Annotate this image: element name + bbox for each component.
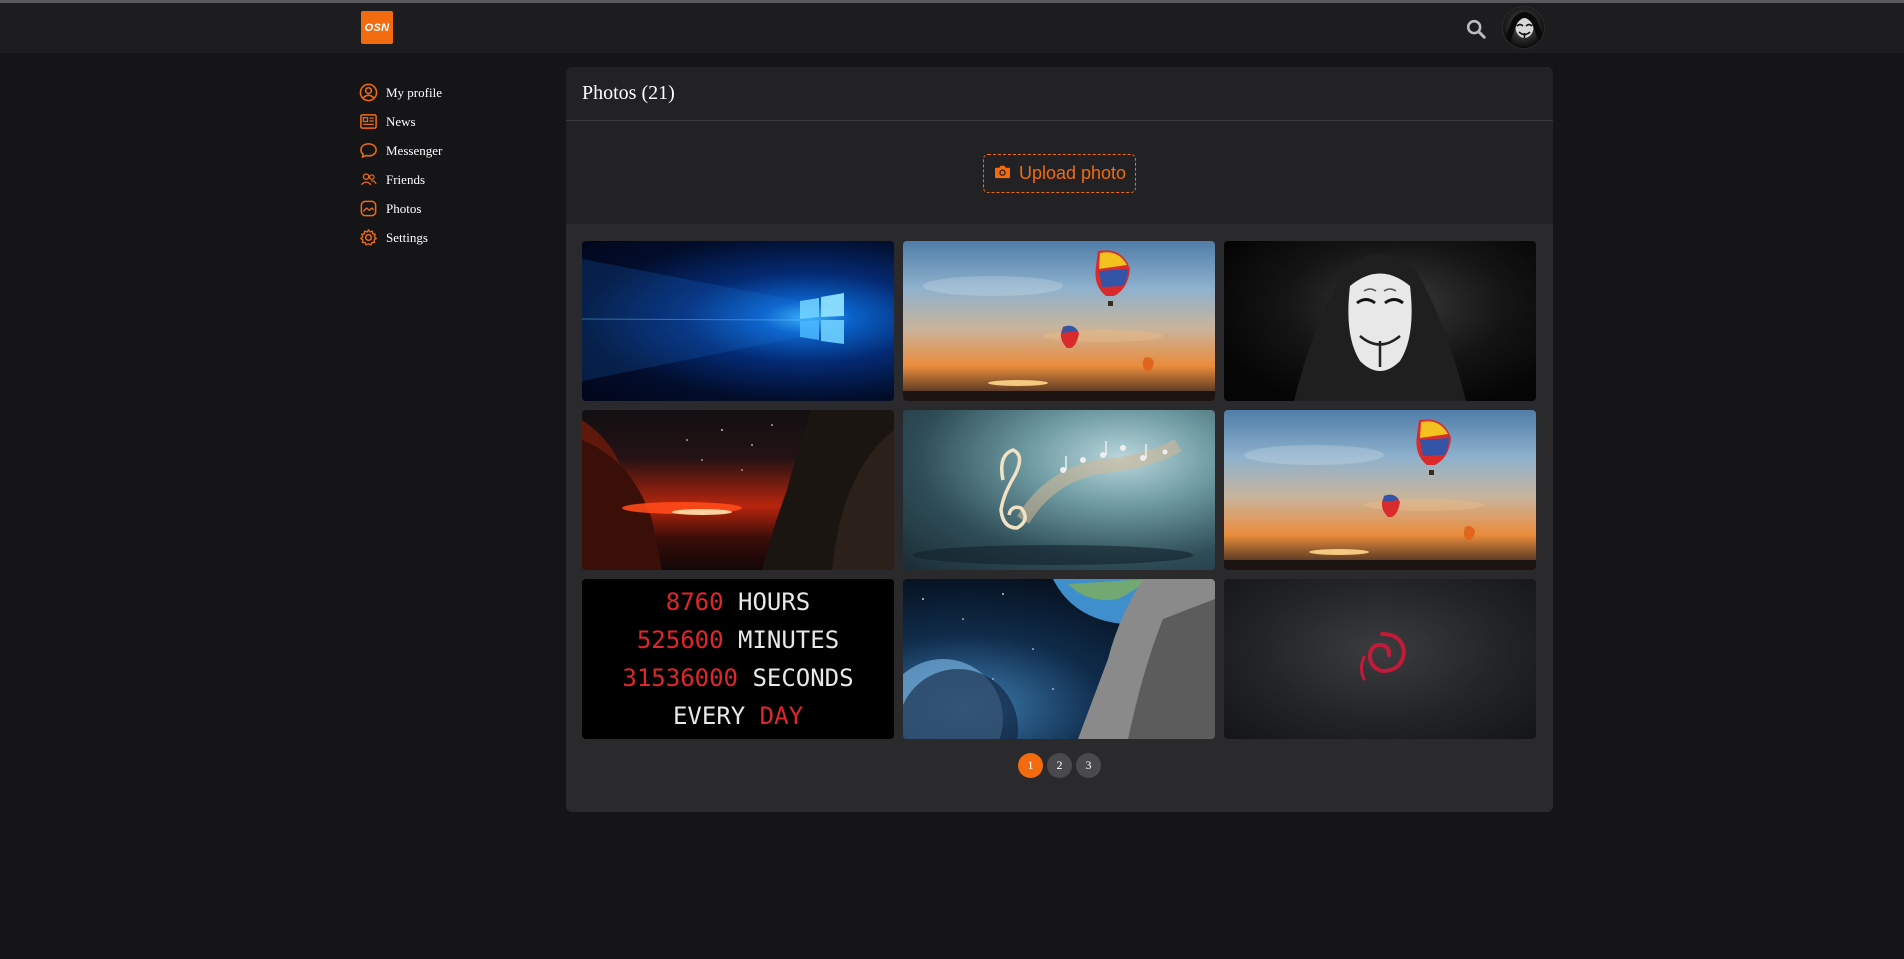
- photo-thumbnail-anonymous-mask[interactable]: [1224, 241, 1536, 401]
- sidebar-item-label: Photos: [386, 200, 422, 216]
- page-title: Photos (21): [566, 67, 1553, 121]
- sidebar-item-news[interactable]: News: [358, 107, 558, 136]
- photo-thumbnail-earth-space[interactable]: [903, 579, 1215, 739]
- osn-logo[interactable]: OSN: [361, 11, 393, 44]
- upload-photo-button[interactable]: Upload photo: [982, 153, 1137, 193]
- page-button-3[interactable]: 3: [1076, 753, 1101, 778]
- user-circle-icon: [358, 83, 378, 103]
- sidebar-item-photos[interactable]: Photos: [358, 194, 558, 223]
- top-header: OSN: [0, 3, 1904, 53]
- pagination: 1 2 3: [566, 753, 1553, 778]
- photo-thumbnail-debian-logo[interactable]: [1224, 579, 1536, 739]
- photo-gallery: 8760 HOURS 525600 MINUTES 31536000 SECON…: [566, 224, 1553, 812]
- user-avatar[interactable]: [1502, 6, 1545, 49]
- sidebar-item-my-profile[interactable]: My profile: [358, 78, 558, 107]
- photo-thumbnail-balloons[interactable]: [903, 241, 1215, 401]
- photos-panel: Photos (21) Upload photo 8760 HOURS 5256…: [566, 67, 1553, 812]
- sidebar-item-label: Friends: [386, 171, 425, 187]
- photo-grid: 8760 HOURS 525600 MINUTES 31536000 SECON…: [582, 241, 1536, 739]
- page-button-1[interactable]: 1: [1018, 753, 1043, 778]
- upload-photo-label: Upload photo: [1018, 162, 1127, 183]
- photo-thumbnail-balloons[interactable]: [1224, 410, 1536, 570]
- sidebar-item-label: My profile: [386, 84, 442, 100]
- upload-area: Upload photo: [566, 121, 1553, 225]
- newspaper-icon: [358, 112, 378, 132]
- sidebar-item-messenger[interactable]: Messenger: [358, 136, 558, 165]
- sidebar-item-settings[interactable]: Settings: [358, 223, 558, 252]
- time-quote-line: 31536000 SECONDS: [622, 664, 854, 692]
- users-icon: [358, 170, 378, 190]
- sidebar-item-label: News: [386, 113, 416, 129]
- sidebar-item-label: Settings: [386, 229, 428, 245]
- photo-thumbnail-music-notes[interactable]: [903, 410, 1215, 570]
- photo-thumbnail-red-sunset[interactable]: [582, 410, 894, 570]
- chat-bubble-icon: [358, 141, 378, 161]
- sidebar-item-friends[interactable]: Friends: [358, 165, 558, 194]
- page-button-2[interactable]: 2: [1047, 753, 1072, 778]
- image-icon: [358, 199, 378, 219]
- photo-thumbnail-time-quote[interactable]: 8760 HOURS 525600 MINUTES 31536000 SECON…: [582, 579, 894, 739]
- time-quote-line: EVERY DAY: [672, 702, 804, 730]
- sidebar-item-label: Messenger: [386, 142, 443, 158]
- camera-icon: [994, 163, 1011, 184]
- photo-thumbnail-windows-logo[interactable]: [582, 241, 894, 401]
- gear-icon: [358, 228, 378, 248]
- search-icon[interactable]: [1465, 18, 1487, 40]
- sidebar-nav: My profile News Messenger Friends Photos…: [358, 78, 558, 252]
- time-quote-line: 525600 MINUTES: [636, 626, 840, 654]
- time-quote-line: 8760 HOURS: [665, 588, 811, 616]
